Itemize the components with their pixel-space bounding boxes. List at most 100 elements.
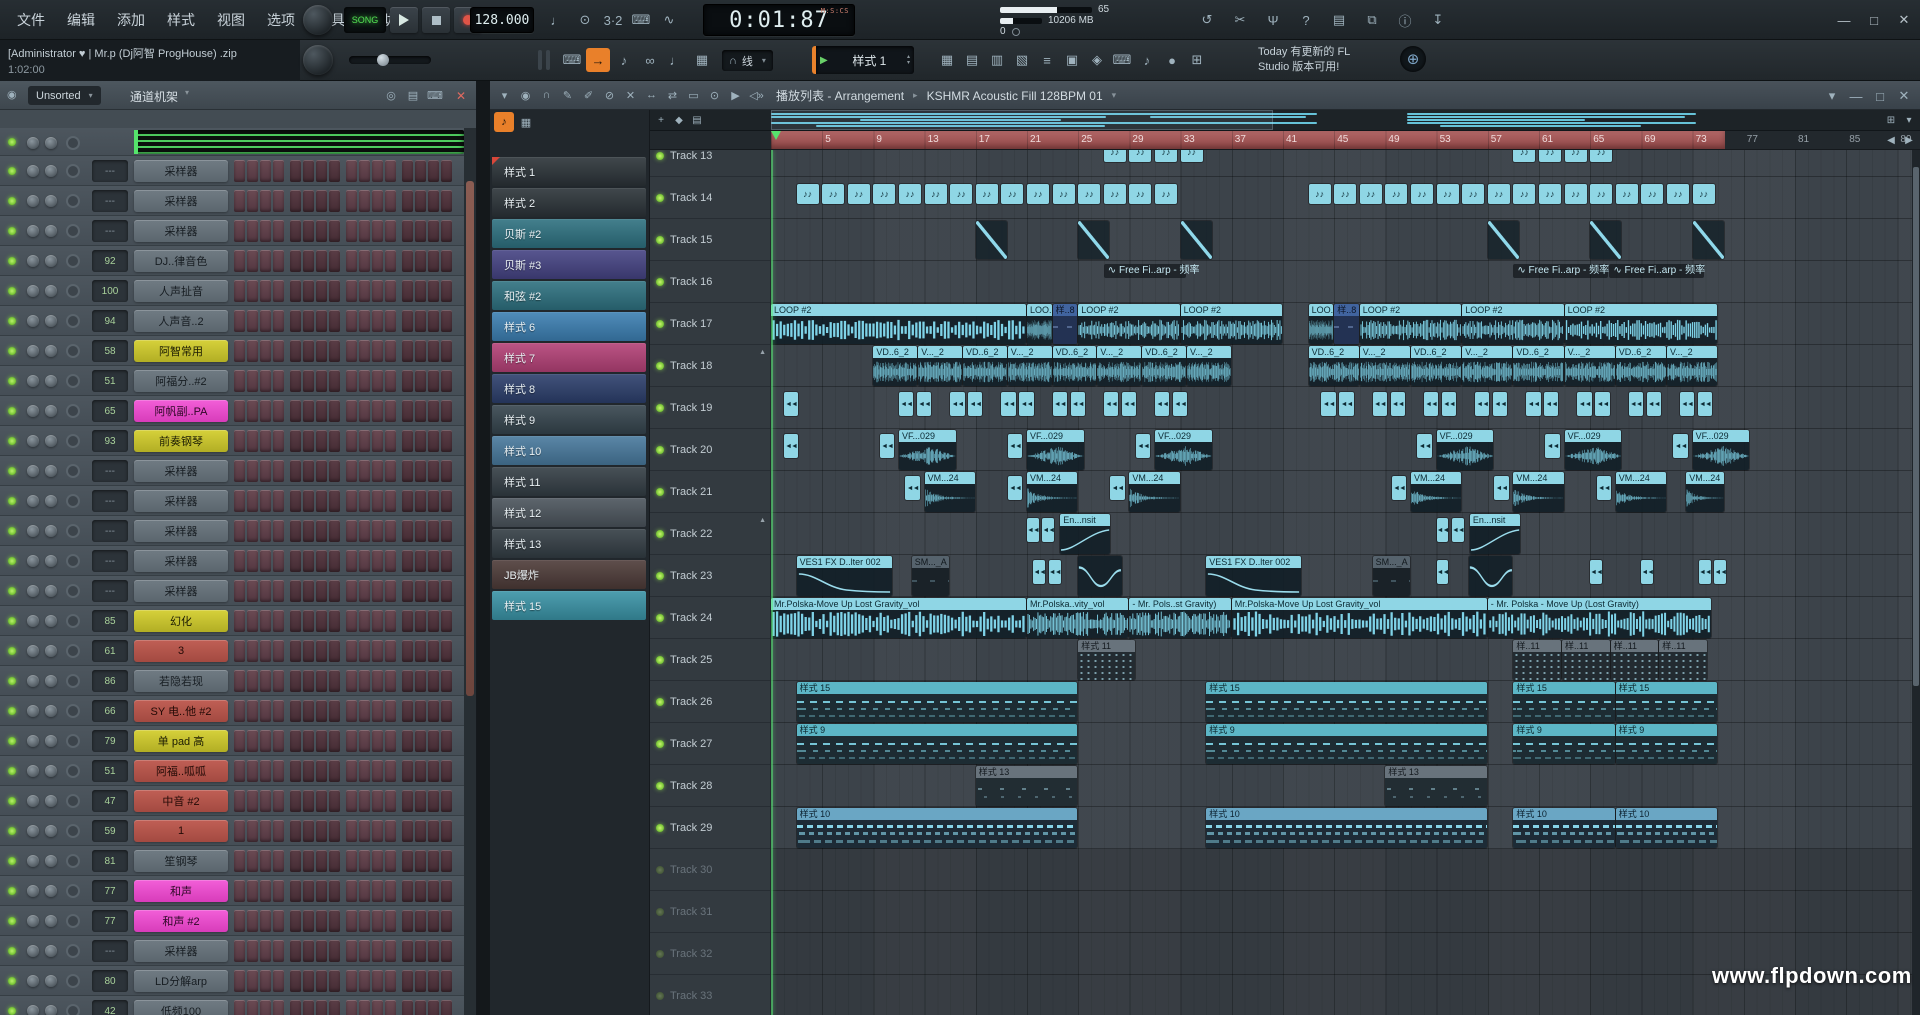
mute-led[interactable] <box>8 707 16 715</box>
step-cell[interactable] <box>346 190 357 212</box>
step-cell[interactable] <box>402 820 413 842</box>
step-cell[interactable] <box>372 280 383 302</box>
step-cell[interactable] <box>247 820 258 842</box>
minimize-button[interactable]: — <box>1844 84 1868 108</box>
clip-small[interactable]: ◄◄ <box>1680 392 1694 416</box>
step-cell[interactable] <box>428 400 439 422</box>
track-led[interactable] <box>656 488 664 496</box>
playlist-title[interactable]: 播放列表 - Arrangement ▸ KSHMR Acoustic Fill… <box>776 81 1116 110</box>
step-cell[interactable] <box>428 760 439 782</box>
step-cell[interactable] <box>329 490 340 512</box>
clip-small[interactable]: ◄◄ <box>1001 392 1015 416</box>
menu-item-2[interactable]: 编辑 <box>56 10 106 30</box>
channel-button[interactable]: 3 <box>134 640 228 662</box>
pan-knob[interactable] <box>27 555 39 567</box>
volume-knob[interactable] <box>45 165 57 177</box>
pan-knob[interactable] <box>27 765 39 777</box>
step-cell[interactable] <box>441 580 452 602</box>
clip-small[interactable]: ◄◄ <box>1424 392 1438 416</box>
step-cell[interactable] <box>385 160 396 182</box>
clip-audio[interactable]: V..._2 <box>1565 346 1615 386</box>
step-cell[interactable] <box>385 700 396 722</box>
step-cell[interactable] <box>303 670 314 692</box>
clip-note[interactable]: ♪♪ <box>1590 150 1612 162</box>
step-cell[interactable] <box>316 820 327 842</box>
step-cell[interactable] <box>303 250 314 272</box>
step-cell[interactable] <box>372 550 383 572</box>
step-cell[interactable] <box>234 520 245 542</box>
volume-knob[interactable] <box>45 615 57 627</box>
mute-led[interactable] <box>8 227 16 235</box>
step-cell[interactable] <box>316 280 327 302</box>
step-cell[interactable] <box>415 700 426 722</box>
step-cell[interactable] <box>234 760 245 782</box>
channel-select-ring[interactable] <box>66 136 80 150</box>
mute-led[interactable] <box>8 527 16 535</box>
clip-audiobig[interactable]: Mr.Polska-Move Up Lost Gravity_vol <box>771 598 1026 638</box>
pan-knob[interactable] <box>27 285 39 297</box>
pattern-item[interactable]: 样式 11 <box>492 467 646 496</box>
channel-button[interactable]: 采样器 <box>134 550 228 572</box>
step-cell[interactable] <box>415 250 426 272</box>
step-cell[interactable] <box>303 340 314 362</box>
step-cell[interactable] <box>273 1000 284 1015</box>
channel-select-ring[interactable] <box>66 404 80 418</box>
step-cell[interactable] <box>290 790 301 812</box>
step-cell[interactable] <box>316 700 327 722</box>
step-cell[interactable] <box>273 520 284 542</box>
track-name[interactable]: Track 25 <box>650 639 770 681</box>
volume-knob[interactable] <box>45 495 57 507</box>
step-cell[interactable] <box>290 280 301 302</box>
step-cell[interactable] <box>247 940 258 962</box>
pan-knob[interactable] <box>27 165 39 177</box>
channel-button[interactable]: 低频100 <box>134 1000 228 1015</box>
channel-select-ring[interactable] <box>66 734 80 748</box>
track-name[interactable]: Track 26 <box>650 681 770 723</box>
step-cell[interactable] <box>290 340 301 362</box>
step-cell[interactable] <box>247 880 258 902</box>
step-cell[interactable] <box>441 820 452 842</box>
diamond-marker-icon[interactable]: ◆ <box>670 111 688 129</box>
view-piano-roll-icon[interactable]: ▤ <box>960 48 984 72</box>
step-cell[interactable] <box>316 190 327 212</box>
zoom-tool-icon[interactable]: ⊙ <box>704 84 725 106</box>
channel-button[interactable]: 笙钢琴 <box>134 850 228 872</box>
pan-knob[interactable] <box>27 735 39 747</box>
step-cell[interactable] <box>316 880 327 902</box>
view-toolbars-icon[interactable]: ⊞ <box>1185 48 1209 72</box>
step-cell[interactable] <box>290 1000 301 1015</box>
clip-small[interactable]: ◄◄ <box>1042 518 1054 542</box>
volume-knob[interactable] <box>45 285 57 297</box>
channel-select-ring[interactable] <box>66 914 80 928</box>
step-cell[interactable] <box>234 730 245 752</box>
mic-icon[interactable]: Ψ <box>1261 8 1285 32</box>
fl-logo-knob[interactable] <box>303 5 333 35</box>
typing-keyboard-icon[interactable]: ⌨ <box>629 8 653 32</box>
step-cell[interactable] <box>415 550 426 572</box>
pattern-item[interactable]: 样式 6 <box>492 312 646 341</box>
step-cell[interactable] <box>346 940 357 962</box>
step-cell[interactable] <box>372 610 383 632</box>
clip-small[interactable]: ◄◄ <box>1493 392 1507 416</box>
volume-knob[interactable] <box>45 137 57 149</box>
step-cell[interactable] <box>372 820 383 842</box>
step-cell[interactable] <box>260 670 271 692</box>
step-cell[interactable] <box>273 250 284 272</box>
step-cell[interactable] <box>346 550 357 572</box>
step-cell[interactable] <box>290 910 301 932</box>
step-cell[interactable] <box>372 670 383 692</box>
clip-audio[interactable]: V..._2 <box>1187 346 1231 386</box>
clip-note[interactable]: ♪♪ <box>1001 184 1023 204</box>
channel-button[interactable]: 阿智常用 <box>134 340 228 362</box>
step-cell[interactable] <box>346 670 357 692</box>
pan-knob[interactable] <box>27 975 39 987</box>
clip-note[interactable]: ♪♪ <box>1385 184 1407 204</box>
step-cell[interactable] <box>247 760 258 782</box>
step-cell[interactable] <box>385 310 396 332</box>
close-button[interactable]: ✕ <box>1892 84 1916 108</box>
step-cell[interactable] <box>234 640 245 662</box>
step-cell[interactable] <box>372 700 383 722</box>
clip-small[interactable]: ◄◄ <box>1526 392 1540 416</box>
bpm-display[interactable]: 128.000 <box>470 7 534 33</box>
step-cell[interactable] <box>316 370 327 392</box>
